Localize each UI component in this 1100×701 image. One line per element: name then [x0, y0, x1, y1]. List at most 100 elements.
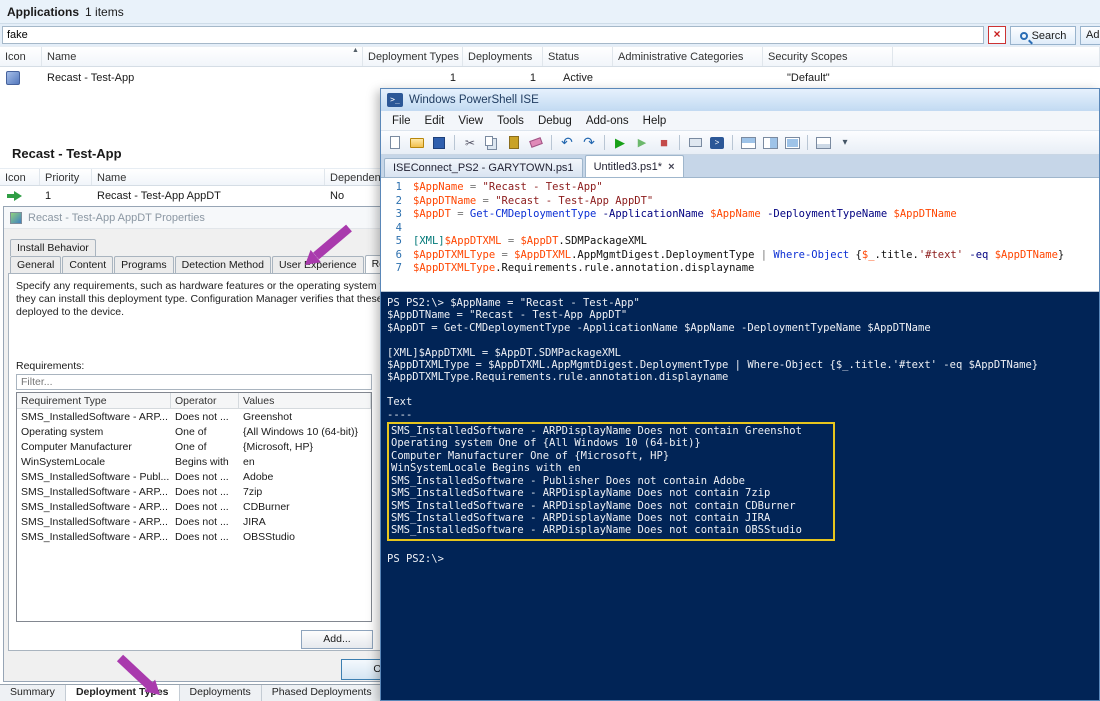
code-line: $AppName = "Recast - Test-App" [413, 181, 1064, 195]
show-script-pane-icon[interactable] [813, 133, 833, 153]
bottom-tab-deployments[interactable]: Deployments [180, 685, 262, 701]
save-icon[interactable] [429, 133, 449, 153]
layout-right-icon[interactable] [760, 133, 780, 153]
copy-icon[interactable] [482, 133, 502, 153]
toolbar-separator [551, 135, 552, 150]
dialog-titlebar[interactable]: Recast - Test-App AppDT Properties [4, 207, 432, 229]
requirement-row[interactable]: Computer ManufacturerOne of{Microsoft, H… [17, 439, 371, 454]
clear-search-icon[interactable]: × [988, 26, 1006, 44]
powershell-console-pane[interactable]: PS PS2:\> $AppName = "Recast - Test-App"… [381, 292, 1099, 700]
toolbar-overflow-icon[interactable] [835, 133, 855, 153]
start-powershell-icon[interactable]: > [707, 133, 727, 153]
search-input[interactable] [2, 26, 984, 44]
req-column-header-requirement-type[interactable]: Requirement Type [17, 393, 171, 408]
menu-debug[interactable]: Debug [531, 113, 579, 129]
bottom-tab-summary[interactable]: Summary [0, 685, 66, 701]
menu-tools[interactable]: Tools [490, 113, 531, 129]
requirements-filter-input[interactable] [16, 374, 372, 390]
column-header-security-scopes[interactable]: Security Scopes [763, 47, 893, 66]
stop-icon[interactable] [654, 133, 674, 153]
requirement-row[interactable]: Operating systemOne of{All Windows 10 (6… [17, 424, 371, 439]
ise-script-tabs: ISEConnect_PS2 - GARYTOWN.ps1Untitled3.p… [381, 155, 1099, 178]
column-header-status[interactable]: Status [543, 47, 613, 66]
requirement-operator: Does not ... [171, 411, 239, 423]
column-header-deployments[interactable]: Deployments [463, 47, 543, 66]
run-selection-icon[interactable] [632, 133, 652, 153]
undo-icon[interactable] [557, 133, 577, 153]
requirement-operator: One of [171, 441, 239, 453]
console-line: PS PS2:\> $AppName = "Recast - Test-App" [387, 297, 1099, 309]
detail-column-header-priority[interactable]: Priority [40, 169, 92, 185]
add-criteria-button[interactable]: Ad [1080, 26, 1100, 45]
ise-menubar: FileEditViewToolsDebugAdd-onsHelp [381, 111, 1099, 131]
menu-edit[interactable]: Edit [418, 113, 452, 129]
layout-max-icon[interactable] [782, 133, 802, 153]
req-column-header-operator[interactable]: Operator [171, 393, 239, 408]
application-icon [6, 71, 20, 85]
tab-install-behavior[interactable]: Install Behavior [10, 239, 96, 256]
applications-column-headers: IconNameDeployment TypesDeploymentsStatu… [0, 46, 1100, 67]
toolbar-separator [454, 135, 455, 150]
console-output-line: SMS_InstalledSoftware - ARPDisplayName D… [391, 500, 833, 512]
paste-icon[interactable] [504, 133, 524, 153]
line-number: 2 [381, 195, 402, 209]
tab-detection-method[interactable]: Detection Method [175, 256, 271, 273]
tab-programs[interactable]: Programs [114, 256, 174, 273]
menu-view[interactable]: View [451, 113, 490, 129]
bottom-tab-phased-deployments[interactable]: Phased Deployments [262, 685, 383, 701]
requirement-operator: Does not ... [171, 531, 239, 543]
column-header-name[interactable]: Name [42, 47, 363, 66]
close-tab-icon[interactable]: × [668, 158, 674, 176]
tab-content[interactable]: Content [62, 256, 113, 273]
menu-add-ons[interactable]: Add-ons [579, 113, 636, 129]
console-line: $AppDTName = "Recast - Test-App AppDT" [387, 309, 1099, 321]
script-tab-iseconnect-ps2-garytown-ps1[interactable]: ISEConnect_PS2 - GARYTOWN.ps1 [384, 158, 583, 177]
detail-column-header-name[interactable]: Name [92, 169, 325, 185]
dialog-icon [10, 212, 22, 224]
column-header-icon[interactable]: Icon [0, 47, 42, 66]
console-output-line: SMS_InstalledSoftware - ARPDisplayName D… [391, 487, 833, 499]
req-column-header-values[interactable]: Values [239, 393, 371, 408]
column-header-deployment-types[interactable]: Deployment Types [363, 47, 463, 66]
application-row[interactable]: Recast - Test-App11Active"Default" [0, 68, 1100, 88]
requirement-row[interactable]: SMS_InstalledSoftware - ARP...Does not .… [17, 514, 371, 529]
script-tab-untitled3-ps1[interactable]: Untitled3.ps1*× [585, 155, 684, 177]
line-number: 1 [381, 181, 402, 195]
detail-pane-title: Recast - Test-App [12, 146, 122, 161]
menu-file[interactable]: File [385, 113, 418, 129]
line-number: 5 [381, 235, 402, 249]
open-script-icon[interactable] [407, 133, 427, 153]
console-output-line: Computer Manufacturer One of {Microsoft,… [391, 450, 833, 462]
add-requirement-button[interactable]: Add... [301, 630, 373, 649]
requirement-operator: Does not ... [171, 501, 239, 513]
layout-top-icon[interactable] [738, 133, 758, 153]
menu-help[interactable]: Help [636, 113, 674, 129]
console-line [387, 384, 1099, 396]
tab-general[interactable]: General [10, 256, 61, 273]
requirement-row[interactable]: SMS_InstalledSoftware - Publ...Does not … [17, 469, 371, 484]
new-remote-tab-icon[interactable] [685, 133, 705, 153]
requirement-row[interactable]: SMS_InstalledSoftware - ARP...Does not .… [17, 529, 371, 544]
column-header-filler [893, 47, 1100, 66]
redo-icon[interactable] [579, 133, 599, 153]
code-line: [XML]$AppDTXML = $AppDT.SDMPackageXML [413, 235, 1064, 249]
new-script-icon[interactable] [385, 133, 405, 153]
detail-column-header-icon[interactable]: Icon [0, 169, 40, 185]
deployment-type-name: Recast - Test-App AppDT [92, 190, 325, 202]
clear-console-icon[interactable] [526, 133, 546, 153]
requirement-operator: Does not ... [171, 516, 239, 528]
application-icon-cell [0, 71, 42, 85]
requirement-row[interactable]: WinSystemLocaleBegins withen [17, 454, 371, 469]
requirement-row[interactable]: SMS_InstalledSoftware - ARP...Does not .… [17, 409, 371, 424]
console-output-line: SMS_InstalledSoftware - ARPDisplayName D… [391, 512, 833, 524]
ise-titlebar[interactable]: >_ Windows PowerShell ISE [381, 89, 1099, 111]
search-button[interactable]: Search [1010, 26, 1076, 45]
requirement-row[interactable]: SMS_InstalledSoftware - ARP...Does not .… [17, 499, 371, 514]
column-header-administrative-categories[interactable]: Administrative Categories [613, 47, 763, 66]
requirement-type: Computer Manufacturer [17, 441, 171, 453]
requirement-row[interactable]: SMS_InstalledSoftware - ARP...Does not .… [17, 484, 371, 499]
console-line [387, 334, 1099, 346]
run-script-icon[interactable] [610, 133, 630, 153]
script-editor-pane[interactable]: 1234567 $AppName = "Recast - Test-App"$A… [381, 178, 1099, 292]
cut-icon[interactable] [460, 133, 480, 153]
